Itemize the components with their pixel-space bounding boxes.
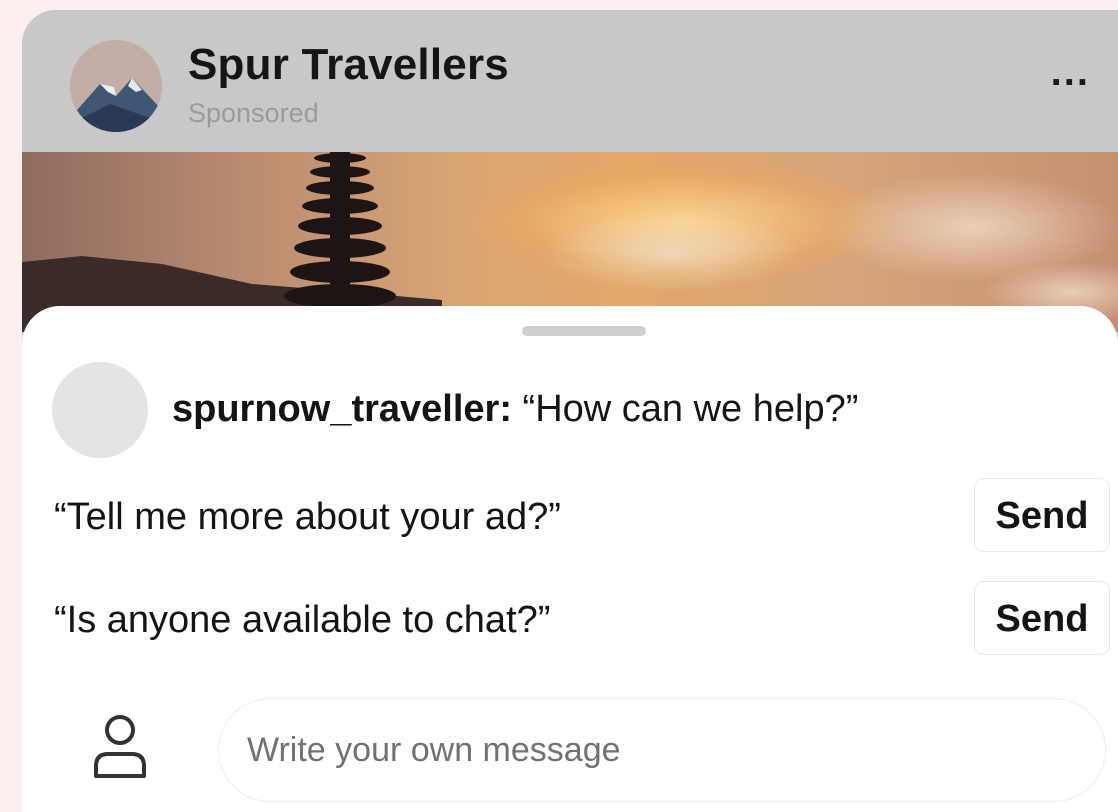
sponsored-post-card: Spur Travellers Sponsored ... spurnow_tr…	[22, 10, 1118, 812]
brand-avatar[interactable]	[70, 40, 162, 132]
brand-name[interactable]: Spur Travellers	[188, 40, 509, 90]
sponsored-label: Sponsored	[188, 98, 319, 128]
send-button[interactable]: Send	[974, 478, 1110, 552]
more-options-icon[interactable]: ...	[1051, 52, 1090, 92]
suggestion-text: “Tell me more about your ad?”	[54, 496, 561, 538]
bot-username: spurnow_traveller:	[172, 388, 512, 430]
user-icon	[94, 715, 146, 778]
suggestion-text: “Is anyone available to chat?”	[54, 599, 551, 641]
pagoda-silhouette	[22, 152, 442, 332]
bot-greeting: spurnow_traveller: “How can we help?”	[172, 388, 858, 431]
post-header: Spur Travellers Sponsored ...	[22, 10, 1118, 152]
post-image	[22, 152, 1118, 332]
bot-avatar	[52, 362, 148, 458]
send-button[interactable]: Send	[974, 581, 1110, 655]
message-input[interactable]	[218, 698, 1106, 802]
bot-message: “How can we help?”	[512, 388, 859, 430]
drag-handle[interactable]	[522, 326, 646, 336]
mountain-avatar-icon	[70, 40, 162, 132]
chat-sheet: spurnow_traveller: “How can we help?” “T…	[22, 306, 1118, 812]
